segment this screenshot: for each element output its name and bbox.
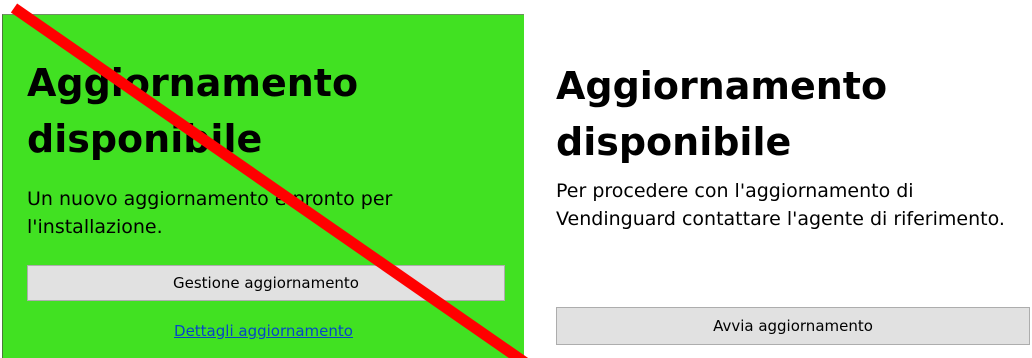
old-update-message: Un nuovo aggiornamento è pronto per l'in… <box>27 188 393 238</box>
update-details-link[interactable]: Dettagli aggiornamento <box>3 322 524 340</box>
new-update-message: Per procedere con l'aggiornamento di Ven… <box>556 180 1005 230</box>
start-update-button[interactable]: Avvia aggiornamento <box>556 307 1030 345</box>
new-update-title: Aggiornamento disponibile <box>556 64 888 164</box>
old-update-panel: Aggiornamento disponibile Un nuovo aggio… <box>2 14 524 358</box>
manage-update-button[interactable]: Gestione aggiornamento <box>27 265 505 301</box>
old-update-title: Aggiornamento disponibile <box>27 61 359 161</box>
